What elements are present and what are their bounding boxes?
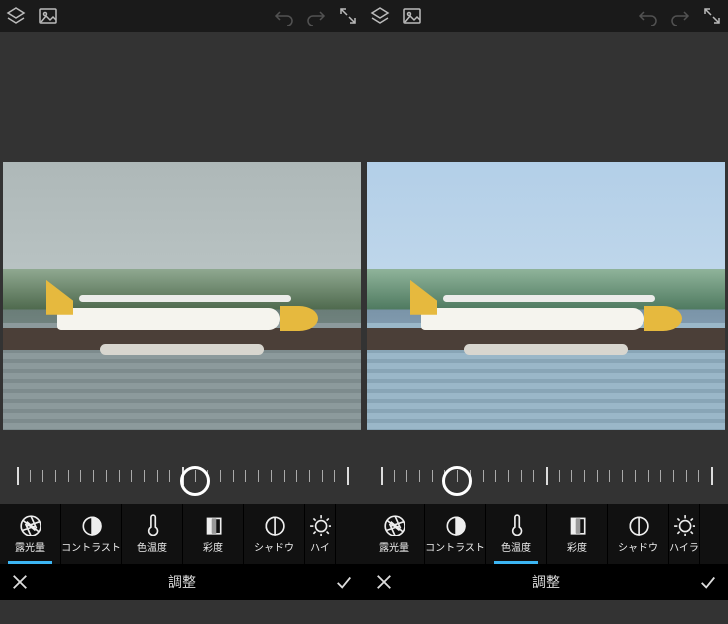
photo-preview[interactable] — [367, 162, 725, 430]
bottom-title: 調整 — [532, 572, 560, 592]
tool-label: シャドウ — [254, 539, 294, 554]
saturation-icon — [566, 514, 588, 536]
undo-icon[interactable] — [638, 6, 658, 26]
slider-handle[interactable] — [442, 466, 472, 496]
image-icon[interactable] — [402, 6, 422, 26]
tool-label: 色温度 — [137, 539, 167, 554]
top-toolbar — [0, 0, 364, 32]
temperature-icon — [505, 514, 527, 536]
bottom-bar: 調整 — [364, 564, 728, 600]
tool-highlights[interactable]: ハイラ — [669, 504, 700, 564]
exposure-icon — [19, 514, 41, 536]
tool-shadows[interactable]: シャドウ — [608, 504, 669, 564]
redo-icon[interactable] — [670, 6, 690, 26]
bottom-bar: 調整 — [0, 564, 364, 600]
tool-saturation[interactable]: 彩度 — [183, 504, 244, 564]
editor-pane-left: 露光量 コントラスト 色温度 彩度 シャドウ ハイ調整 — [0, 0, 364, 624]
shadows-icon — [627, 514, 649, 536]
exposure-icon — [383, 514, 405, 536]
tool-saturation[interactable]: 彩度 — [547, 504, 608, 564]
redo-icon[interactable] — [306, 6, 326, 26]
highlights-icon — [309, 514, 331, 536]
saturation-icon — [202, 514, 224, 536]
tool-label: コントラスト — [61, 539, 121, 554]
top-toolbar — [364, 0, 728, 32]
confirm-button[interactable] — [334, 572, 354, 592]
tool-temperature[interactable]: 色温度 — [486, 504, 547, 564]
contrast-icon — [80, 514, 102, 536]
tool-label: コントラスト — [425, 539, 485, 554]
tool-exposure[interactable]: 露光量 — [0, 504, 61, 564]
confirm-button[interactable] — [698, 572, 718, 592]
cancel-button[interactable] — [10, 572, 30, 592]
temperature-icon — [141, 514, 163, 536]
tool-label: 彩度 — [203, 539, 223, 554]
tool-label: 色温度 — [501, 539, 531, 554]
tool-label: ハイ — [310, 539, 330, 554]
slider-handle[interactable] — [180, 466, 210, 496]
slider-track[interactable] — [381, 464, 711, 492]
image-icon[interactable] — [38, 6, 58, 26]
tool-exposure[interactable]: 露光量 — [364, 504, 425, 564]
tool-label: 露光量 — [15, 539, 45, 554]
adjust-slider[interactable] — [364, 452, 728, 504]
tool-contrast[interactable]: コントラスト — [425, 504, 486, 564]
expand-icon[interactable] — [338, 6, 358, 26]
contrast-icon — [444, 514, 466, 536]
slider-track[interactable] — [17, 464, 347, 492]
undo-icon[interactable] — [274, 6, 294, 26]
adjust-tool-strip: 露光量 コントラスト 色温度 彩度 シャドウ ハイ — [0, 504, 364, 564]
canvas-area — [0, 32, 364, 452]
shadows-icon — [263, 514, 285, 536]
tool-highlights[interactable]: ハイ — [305, 504, 336, 564]
tool-label: 露光量 — [379, 539, 409, 554]
cancel-button[interactable] — [374, 572, 394, 592]
editor-pane-right: 露光量 コントラスト 色温度 彩度 シャドウハイラ調整 — [364, 0, 728, 624]
tool-label: シャドウ — [618, 539, 658, 554]
highlights-icon — [673, 514, 695, 536]
bottom-title: 調整 — [168, 572, 196, 592]
layers-icon[interactable] — [6, 6, 26, 26]
tool-label: ハイラ — [669, 539, 699, 554]
layers-icon[interactable] — [370, 6, 390, 26]
adjust-slider[interactable] — [0, 452, 364, 504]
expand-icon[interactable] — [702, 6, 722, 26]
tool-label: 彩度 — [567, 539, 587, 554]
photo-preview[interactable] — [3, 162, 361, 430]
tool-temperature[interactable]: 色温度 — [122, 504, 183, 564]
tool-shadows[interactable]: シャドウ — [244, 504, 305, 564]
adjust-tool-strip: 露光量 コントラスト 色温度 彩度 シャドウハイラ — [364, 504, 728, 564]
tool-contrast[interactable]: コントラスト — [61, 504, 122, 564]
canvas-area — [364, 32, 728, 452]
